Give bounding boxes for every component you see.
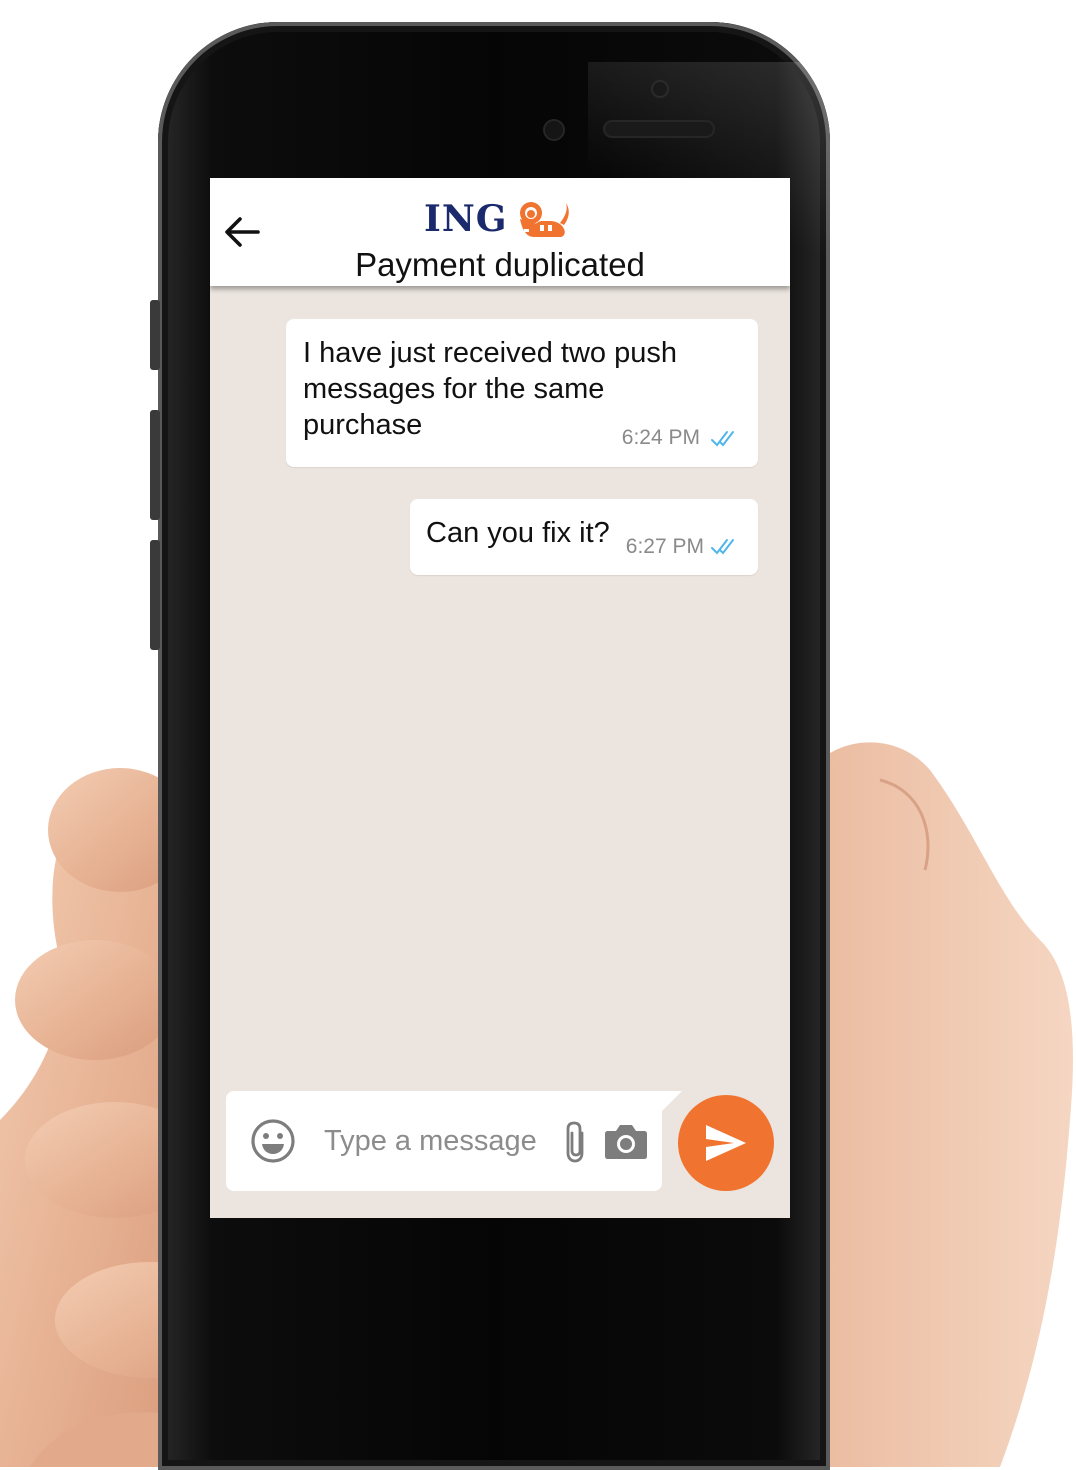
earpiece-speaker [605, 122, 713, 136]
message-time: 6:24 PM [621, 426, 700, 449]
chat-screen: ING Payment duplicated I have just recei… [210, 178, 790, 1218]
message-composer [226, 1091, 662, 1191]
send-button[interactable] [678, 1095, 774, 1191]
proximity-sensor [545, 121, 563, 139]
paperclip-icon [566, 1121, 584, 1163]
brand-name: ING [424, 198, 508, 240]
smiley-icon [251, 1119, 295, 1163]
composer-tail [660, 1091, 682, 1113]
outgoing-message-1[interactable]: I have just received two push messages f… [286, 319, 758, 467]
emoji-button[interactable] [250, 1118, 296, 1164]
attach-button[interactable] [562, 1119, 590, 1165]
message-time: 6:27 PM [625, 535, 704, 558]
ing-logo: ING [424, 198, 570, 240]
volume-up-button [150, 410, 160, 520]
arrow-left-icon [225, 217, 260, 247]
outgoing-message-2[interactable]: Can you fix it? 6:27 PM [410, 499, 758, 575]
send-icon [706, 1125, 746, 1161]
volume-down-button [150, 540, 160, 650]
message-text: Can you fix it? [426, 517, 610, 549]
lion-logo-icon [519, 202, 569, 237]
camera-icon [605, 1125, 647, 1159]
camera-button[interactable] [604, 1121, 648, 1161]
chat-header: ING Payment duplicated [210, 178, 790, 286]
mute-switch [150, 300, 160, 370]
double-check-icon [711, 539, 734, 555]
chat-title: Payment duplicated [355, 246, 645, 283]
back-button[interactable] [222, 214, 262, 250]
message-input[interactable] [324, 1119, 548, 1163]
front-camera [653, 82, 667, 96]
double-check-icon [711, 431, 734, 447]
